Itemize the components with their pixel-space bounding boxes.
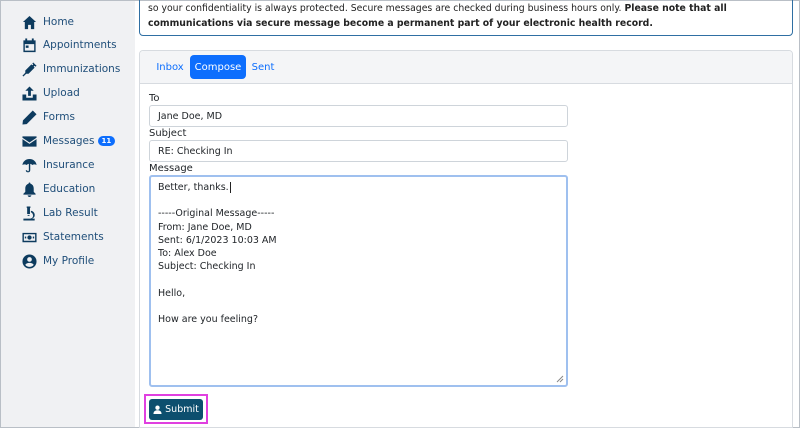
message-line xyxy=(158,194,559,207)
money-icon xyxy=(21,229,37,245)
sidebar-item-label: Insurance xyxy=(43,159,95,171)
sidebar-item-label: Education xyxy=(43,183,96,195)
sidebar-item-label: Home xyxy=(43,16,75,28)
syringe-icon xyxy=(21,61,37,77)
sidebar-item-label: Forms xyxy=(43,111,75,123)
submit-button[interactable]: Submit xyxy=(149,399,203,420)
message-line: Subject: Checking In xyxy=(158,261,256,273)
sidebar-item-label: Statements xyxy=(43,231,104,243)
tab-sent[interactable]: Sent xyxy=(248,55,278,79)
sidebar-item-label: Messages 11 xyxy=(43,135,116,147)
sidebar-item-upload[interactable]: Upload xyxy=(1,82,135,104)
message-card: Inbox Compose Sent To Jane Doe, MD Subje… xyxy=(139,50,793,428)
calendar-icon xyxy=(21,37,37,53)
sidebar-item-my-profile[interactable]: My Profile xyxy=(1,250,135,272)
sidebar-item-education[interactable]: Education xyxy=(1,178,135,200)
sidebar: Home Appointments Immunizations Upload F… xyxy=(1,1,135,427)
message-line: To: Alex Doe xyxy=(158,248,217,259)
message-tabs: Inbox Compose Sent xyxy=(140,51,792,84)
message-line: How are you feeling? xyxy=(158,313,259,325)
user-icon xyxy=(153,405,162,414)
to-field[interactable]: Jane Doe, MD xyxy=(149,105,568,127)
sidebar-item-label-text: Messages xyxy=(43,135,95,147)
sidebar-item-label: Upload xyxy=(43,87,80,99)
message-line: Better, thanks. xyxy=(158,182,231,193)
pencil-icon xyxy=(21,109,37,125)
sidebar-item-insurance[interactable]: Insurance xyxy=(1,154,135,176)
sidebar-item-immunizations[interactable]: Immunizations xyxy=(1,58,135,80)
sidebar-item-label: Immunizations xyxy=(43,63,121,75)
sidebar-item-home[interactable]: Home xyxy=(1,11,135,33)
text-cursor xyxy=(229,182,231,193)
tab-inbox[interactable]: Inbox xyxy=(151,55,189,79)
message-label: Message xyxy=(149,163,193,174)
message-line xyxy=(158,300,559,313)
message-textarea[interactable]: Better, thanks. -----Original Message---… xyxy=(149,175,568,387)
message-line: Sent: 6/1/2023 10:03 AM xyxy=(158,234,277,246)
sidebar-item-label: Lab Result xyxy=(43,207,98,219)
resize-handle-icon[interactable] xyxy=(556,375,564,383)
notice-text: so your confidentiality is always protec… xyxy=(148,3,625,14)
sidebar-item-messages[interactable]: Messages 11 xyxy=(1,130,135,152)
message-line xyxy=(158,273,559,286)
message-line: -----Original Message----- xyxy=(158,208,275,220)
sidebar-item-appointments[interactable]: Appointments xyxy=(1,34,135,56)
to-label: To xyxy=(149,93,160,104)
sidebar-item-label: My Profile xyxy=(43,255,95,267)
sidebar-item-statements[interactable]: Statements xyxy=(1,226,135,248)
message-line: From: Jane Doe, MD xyxy=(158,221,252,233)
envelope-icon xyxy=(21,133,37,149)
confidentiality-notice: so your confidentiality is always protec… xyxy=(139,0,793,36)
unread-count-badge: 11 xyxy=(97,136,116,146)
subject-field[interactable]: RE: Checking In xyxy=(149,140,568,162)
submit-label: Submit xyxy=(165,404,199,415)
sidebar-item-lab-result[interactable]: Lab Result xyxy=(1,202,135,224)
message-line: Hello, xyxy=(158,287,186,299)
home-icon xyxy=(21,14,37,30)
subject-label: Subject xyxy=(149,128,187,139)
microscope-icon xyxy=(21,205,37,221)
tab-compose[interactable]: Compose xyxy=(190,55,246,79)
umbrella-icon xyxy=(21,157,37,173)
sidebar-item-forms[interactable]: Forms xyxy=(1,106,135,128)
bell-icon xyxy=(21,181,37,197)
sidebar-item-label: Appointments xyxy=(43,39,117,51)
upload-icon xyxy=(21,85,37,101)
user-circle-icon xyxy=(21,253,37,269)
